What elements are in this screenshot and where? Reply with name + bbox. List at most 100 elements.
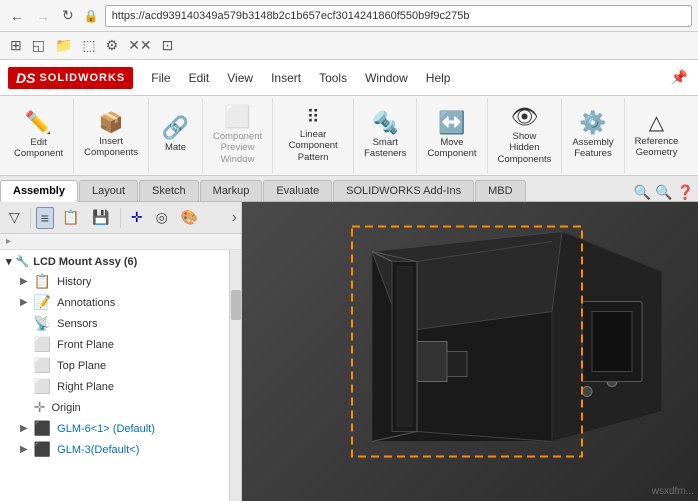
filter-button[interactable]: ▽: [4, 206, 25, 229]
tab-evaluate[interactable]: Evaluate: [263, 180, 332, 201]
tab-solidworks-addins[interactable]: SOLIDWORKS Add-Ins: [333, 180, 474, 201]
glm2-icon: ⬛: [34, 441, 51, 458]
smart-fasteners-icon: 🔩: [372, 112, 399, 134]
help-icon[interactable]: ❓: [677, 184, 694, 201]
insert-components-button[interactable]: 📦 InsertComponents: [78, 109, 144, 163]
expand-button[interactable]: ›: [232, 209, 237, 227]
forward-button[interactable]: →: [32, 6, 54, 26]
tree-item-history[interactable]: ▶ 📋 History: [0, 271, 229, 292]
sidebar-search-row: ▸: [0, 234, 241, 250]
plus-button[interactable]: ✛: [126, 206, 148, 229]
sidebar-divider-2: [120, 208, 121, 228]
menu-edit[interactable]: Edit: [181, 68, 218, 88]
menu-view[interactable]: View: [219, 68, 261, 88]
annotations-expand: ▶: [20, 297, 28, 308]
tree-item-glm2[interactable]: ▶ ⬛ GLM-3(Default<): [0, 439, 229, 460]
sidebar-scrollbar[interactable]: [229, 250, 241, 501]
toolbar-section-preview: ⬜ ComponentPreviewWindow: [203, 98, 273, 173]
save-icon[interactable]: ⬚: [80, 35, 97, 56]
reference-geometry-button[interactable]: △ ReferenceGeometry: [629, 109, 685, 163]
refresh-button[interactable]: ↻: [58, 5, 78, 26]
tree-item-right-plane[interactable]: ▶ ⬜ Right Plane: [0, 376, 229, 397]
linear-pattern-label: Linear ComponentPattern: [283, 129, 343, 163]
origin-icon: ✛: [34, 399, 46, 416]
address-bar[interactable]: [105, 5, 692, 27]
viewport: wsxdfm...: [242, 202, 698, 501]
target-button[interactable]: ◎: [151, 206, 173, 229]
main-toolbar: ✏️ EditComponent 📦 InsertComponents 🔗 Ma…: [0, 96, 698, 176]
lock-icon: 🔒: [84, 9, 99, 23]
assembly-features-label: AssemblyFeatures: [572, 137, 613, 160]
show-hidden-icon: 👁: [510, 106, 538, 128]
menu-window[interactable]: Window: [357, 68, 416, 88]
toolbar-section-edit: ✏️ EditComponent: [4, 98, 74, 173]
tree-item-glm1[interactable]: ▶ ⬛ GLM-6<1> (Default): [0, 418, 229, 439]
tab-mbd[interactable]: MBD: [475, 180, 525, 201]
mate-button[interactable]: 🔗 Mate: [153, 113, 198, 157]
tab-sketch[interactable]: Sketch: [139, 180, 199, 201]
pin-icon[interactable]: 📌: [669, 67, 690, 88]
edit-component-button[interactable]: ✏️ EditComponent: [8, 108, 69, 164]
top-plane-label: Top Plane: [57, 360, 106, 372]
back-button[interactable]: ←: [6, 6, 28, 26]
glm2-label: GLM-3(Default<): [57, 444, 139, 456]
tree-item-top-plane[interactable]: ▶ ⬜ Top Plane: [0, 355, 229, 376]
grid-icon[interactable]: ⊞: [8, 35, 24, 56]
move-component-button[interactable]: ↔️ MoveComponent: [421, 108, 482, 164]
settings-icon[interactable]: ⚙: [104, 35, 121, 56]
quick-toolbar: ⊞ ◱ 📁 ⬚ ⚙ ✕✕ ⊡: [0, 32, 698, 60]
tree-item-annotations[interactable]: ▶ 📝 Annotations: [0, 292, 229, 313]
sidebar-toolbar: ▽ ≡ 📋 💾 ✛ ◎ 🎨 ›: [0, 202, 241, 234]
tree-root[interactable]: ▾ 🔧 LCD Mount Assy (6): [0, 252, 229, 271]
sidebar-scroll-thumb[interactable]: [231, 290, 241, 320]
search-options-icon[interactable]: 🔍: [655, 184, 672, 201]
right-plane-icon: ⬜: [34, 378, 51, 395]
menu-file[interactable]: File: [143, 68, 178, 88]
browser-nav: ← → ↻: [6, 5, 78, 26]
tab-markup[interactable]: Markup: [200, 180, 263, 201]
show-hidden-label: ShowHiddenComponents: [498, 131, 552, 165]
menu-help[interactable]: Help: [418, 68, 459, 88]
show-hidden-button[interactable]: 👁 ShowHiddenComponents: [492, 102, 558, 169]
sidebar-content: ▾ 🔧 LCD Mount Assy (6) ▶ 📋 History ▶ 📝 A…: [0, 250, 241, 501]
toolbar-section-pattern: ⠿ Linear ComponentPattern: [273, 98, 354, 173]
window-icon[interactable]: ◱: [30, 35, 47, 56]
browser-bar: ← → ↻ 🔒: [0, 0, 698, 32]
menu-insert[interactable]: Insert: [263, 68, 309, 88]
color-button[interactable]: 🎨: [176, 206, 203, 229]
tree-view-button[interactable]: ≡: [36, 207, 54, 229]
tree-item-sensors[interactable]: ▶ 📡 Sensors: [0, 313, 229, 334]
sidebar: ▽ ≡ 📋 💾 ✛ ◎ 🎨 › ▸ ▾ 🔧 LCD Mount Assy (6): [0, 202, 242, 501]
tree-root-expand: ▾: [6, 255, 12, 268]
glm1-label: GLM-6<1> (Default): [57, 423, 155, 435]
tree-item-front-plane[interactable]: ▶ ⬜ Front Plane: [0, 334, 229, 355]
glm1-icon: ⬛: [34, 420, 51, 437]
assembly-features-button[interactable]: ⚙️ AssemblyFeatures: [566, 108, 619, 164]
tab-assembly[interactable]: Assembly: [0, 180, 78, 202]
search-icon[interactable]: 🔍: [634, 184, 651, 201]
menu-tools[interactable]: Tools: [311, 68, 355, 88]
ds-label: DS: [16, 70, 35, 86]
sidebar-divider-1: [30, 208, 31, 228]
tab-layout[interactable]: Layout: [79, 180, 138, 201]
component-preview-button[interactable]: ⬜ ComponentPreviewWindow: [207, 102, 268, 169]
reference-geometry-label: ReferenceGeometry: [635, 136, 679, 159]
main-area: ▽ ≡ 📋 💾 ✛ ◎ 🎨 › ▸ ▾ 🔧 LCD Mount Assy (6): [0, 202, 698, 501]
tree-item-origin[interactable]: ▶ ✛ Origin: [0, 397, 229, 418]
sensors-icon: 📡: [34, 315, 51, 332]
close-all-icon[interactable]: ✕✕: [126, 35, 153, 56]
smart-fasteners-button[interactable]: 🔩 SmartFasteners: [358, 108, 412, 164]
edit-component-label: EditComponent: [14, 137, 63, 160]
rebuild-icon[interactable]: ⊡: [160, 35, 176, 56]
property-manager-button[interactable]: 📋: [57, 206, 84, 229]
linear-pattern-icon: ⠿: [307, 108, 320, 126]
toolbar-section-hidden: 👁 ShowHiddenComponents: [488, 98, 563, 173]
tree-area: ▾ 🔧 LCD Mount Assy (6) ▶ 📋 History ▶ 📝 A…: [0, 250, 229, 501]
linear-pattern-button[interactable]: ⠿ Linear ComponentPattern: [277, 104, 349, 167]
folder-icon[interactable]: 📁: [53, 35, 74, 56]
tree-root-icon: 🔧: [16, 255, 30, 268]
assembly-features-icon: ⚙️: [579, 112, 606, 134]
config-manager-button[interactable]: 💾: [87, 206, 114, 229]
origin-label: Origin: [51, 402, 80, 414]
sw-label: SOLIDWORKS: [39, 72, 125, 84]
